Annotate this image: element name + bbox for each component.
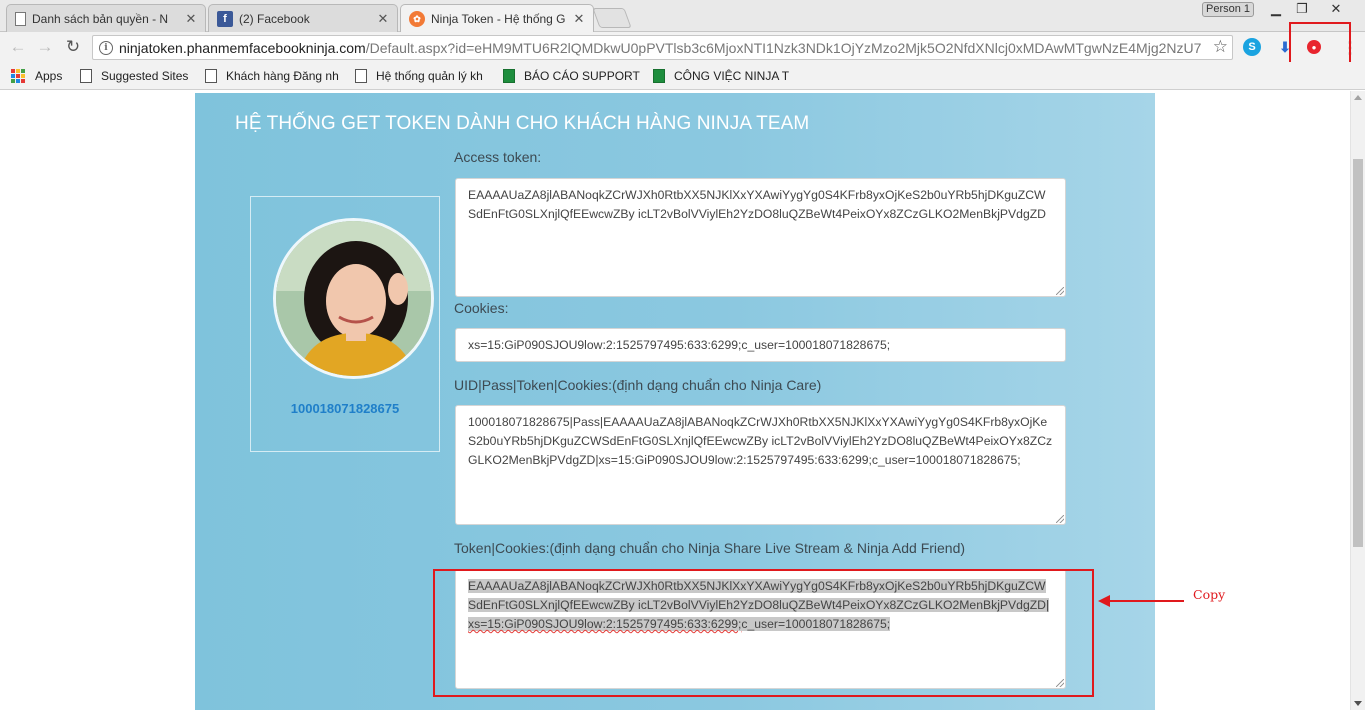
star-icon[interactable]: ☆ [1213, 37, 1228, 57]
profile-button[interactable]: Person 1 [1202, 2, 1254, 17]
copy-arrow-icon [1098, 595, 1184, 607]
url-path: /Default.aspx?id=eHM9MTU6R2lQMDkwU0pPVTl… [365, 39, 1202, 56]
uid-pass-token-cookies-field[interactable]: 100018071828675|Pass|EAAAAUaZA8jlABANoqk… [455, 405, 1066, 525]
scroll-down-arrow-icon[interactable] [1354, 701, 1362, 706]
address-bar[interactable]: i ninjatoken.phanmemfacebookninja.com /D… [92, 35, 1233, 60]
info-icon[interactable]: i [99, 40, 113, 55]
browser-toolbar: ← → ↻ i ninjatoken.phanmemfacebookninja.… [0, 32, 1365, 62]
page-title: HỆ THỐNG GET TOKEN DÀNH CHO KHÁCH HÀNG N… [235, 113, 810, 134]
bookmark-label: Khách hàng Đăng nh [226, 69, 339, 83]
avatar [273, 218, 434, 379]
scroll-thumb[interactable] [1353, 159, 1363, 547]
bookmark-label: CÔNG VIỆC NINJA T [674, 69, 790, 83]
resize-grip-icon[interactable] [1056, 287, 1064, 295]
tab-license-list[interactable]: Danh sách bản quyền - N ✕ [6, 4, 206, 32]
resize-grip-icon[interactable] [1056, 515, 1064, 523]
access-token-field[interactable]: EAAAAUaZA8jlABANoqkZCrWJXh0RtbXX5NJKlXxY… [455, 178, 1066, 297]
page-scrollbar[interactable] [1350, 91, 1365, 710]
bookmark-suggested-sites[interactable]: Suggested Sites [80, 68, 188, 84]
access-token-value: EAAAAUaZA8jlABANoqkZCrWJXh0RtbXX5NJKlXxY… [468, 188, 1046, 221]
facebook-icon: f [217, 10, 233, 27]
uid-pass-token-cookies-value: 100018071828675|Pass|EAAAAUaZA8jlABANoqk… [468, 415, 1053, 467]
token-cookies-label: Token|Cookies:(định dạng chuẩn cho Ninja… [454, 540, 966, 556]
close-window-icon[interactable]: ✕ [1322, 0, 1350, 18]
tab-title: (2) Facebook [239, 11, 310, 26]
minimize-icon[interactable]: ▁ [1262, 0, 1290, 18]
bookmark-management-system[interactable]: Hệ thống quản lý kh [355, 68, 490, 84]
apps-grid-icon [11, 69, 25, 83]
tab-facebook[interactable]: f (2) Facebook ✕ [208, 4, 398, 32]
close-icon[interactable]: ✕ [185, 11, 197, 27]
page-icon [205, 69, 217, 83]
bookmark-label: Suggested Sites [101, 69, 189, 83]
bookmark-customer-register[interactable]: Khách hàng Đăng nh [205, 68, 340, 84]
restore-icon[interactable]: ❐ [1288, 0, 1316, 18]
skype-extension-icon[interactable]: S [1243, 38, 1261, 56]
copy-highlight-box [433, 569, 1094, 697]
bookmark-label: BÁO CÁO SUPPORT [524, 69, 640, 83]
copy-annotation-label: Copy [1193, 587, 1226, 602]
tab-ninja-token[interactable]: ✿ Ninja Token - Hệ thống G ✕ [400, 4, 594, 33]
avatar-photo [276, 221, 431, 376]
bookmarks-bar: Apps Suggested Sites Khách hàng Đăng nh … [0, 62, 1365, 90]
sheets-icon [653, 69, 665, 83]
tab-strip: Danh sách bản quyền - N ✕ f (2) Facebook… [0, 0, 1365, 33]
close-icon[interactable]: ✕ [377, 11, 389, 27]
profile-card: 100018071828675 [250, 196, 440, 452]
bookmark-label: Hệ thống quản lý kh [376, 69, 483, 83]
tab-title: Ninja Token - Hệ thống G [431, 12, 566, 26]
page-viewport: HỆ THỐNG GET TOKEN DÀNH CHO KHÁCH HÀNG N… [0, 91, 1350, 710]
ninja-icon: ✿ [409, 11, 425, 27]
cookies-label: Cookies: [454, 300, 509, 316]
cookies-value: xs=15:GiP090SJOU9low:2:1525797495:633:62… [468, 338, 891, 352]
url-host: ninjatoken.phanmemfacebookninja.com [119, 39, 366, 56]
sheets-icon [503, 69, 515, 83]
bookmark-label: Apps [35, 69, 63, 83]
access-token-label: Access token: [454, 149, 542, 165]
tab-title: Danh sách bản quyền - N [32, 11, 169, 26]
uid-pass-token-cookies-label: UID|Pass|Token|Cookies:(định dạng chuẩn … [454, 377, 822, 393]
bookmark-ninja-tasks[interactable]: CÔNG VIỆC NINJA T [653, 68, 793, 84]
reload-icon[interactable]: ↻ [63, 37, 83, 57]
cookies-field[interactable]: xs=15:GiP090SJOU9low:2:1525797495:633:62… [455, 328, 1066, 362]
forward-arrow-icon[interactable]: → [35, 37, 55, 57]
back-arrow-icon[interactable]: ← [8, 37, 28, 57]
new-tab-button[interactable] [592, 8, 632, 28]
close-icon[interactable]: ✕ [573, 11, 585, 27]
bookmark-apps[interactable]: Apps [11, 68, 62, 84]
bookmark-support-report[interactable]: BÁO CÁO SUPPORT [503, 68, 640, 84]
page-icon [15, 11, 26, 26]
page-icon [80, 69, 92, 83]
scroll-up-arrow-icon[interactable] [1354, 95, 1362, 100]
page-icon [355, 69, 367, 83]
profile-uid-link[interactable]: 100018071828675 [251, 401, 439, 416]
